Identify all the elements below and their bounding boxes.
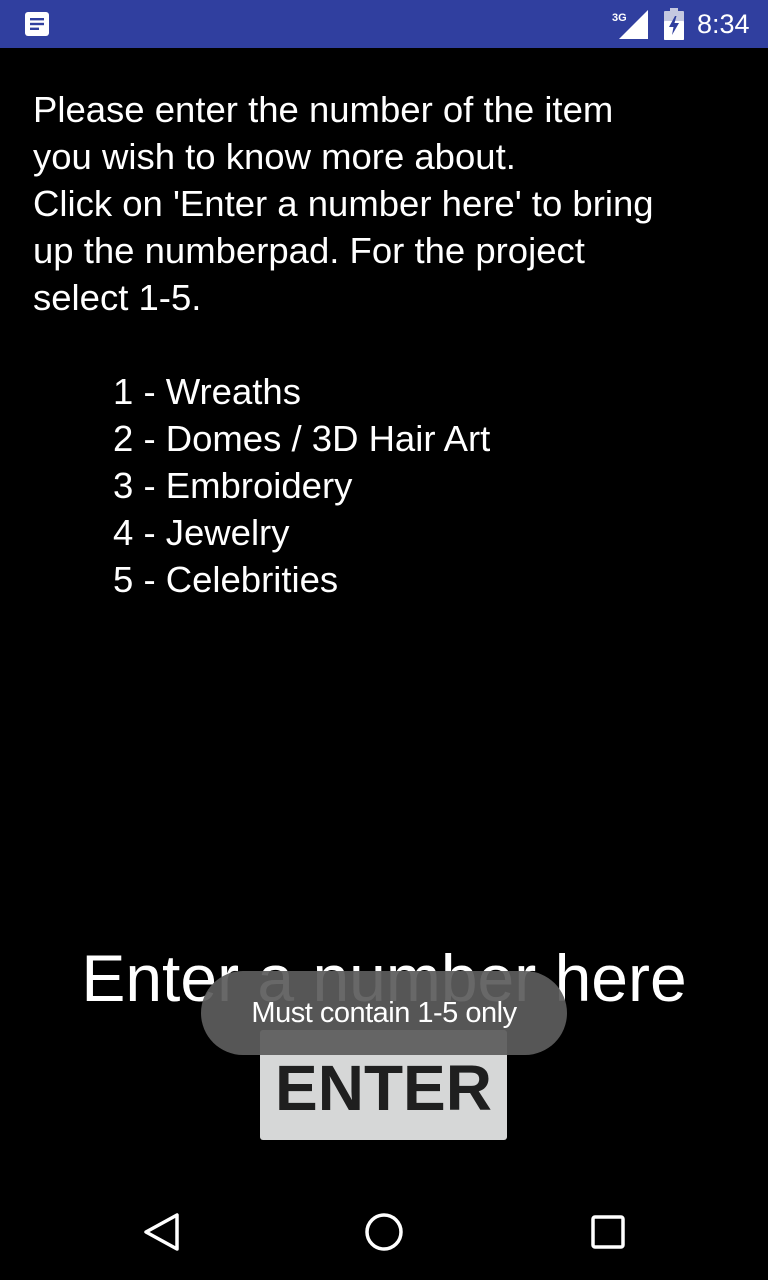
instruction-line: select 1-5. [33, 277, 202, 318]
notification-icon [24, 11, 50, 37]
back-icon [144, 1213, 179, 1251]
list-item: 1 - Wreaths [113, 371, 301, 412]
instruction-line: Please enter the number of the item [33, 89, 614, 130]
item-list: 1 - Wreaths 2 - Domes / 3D Hair Art 3 - … [113, 368, 713, 603]
signal-icon: 3G [612, 9, 648, 39]
list-item: 3 - Embroidery [113, 465, 353, 506]
instruction-line: you wish to know more about. [33, 136, 516, 177]
home-button[interactable] [354, 1204, 414, 1260]
recents-button[interactable] [578, 1204, 638, 1260]
list-item: 5 - Celebrities [113, 559, 339, 600]
recents-icon [591, 1215, 625, 1249]
navigation-bar [0, 1184, 768, 1280]
app-screen: 3G 8:34 Please enter the number of the i… [0, 0, 768, 1280]
instruction-line: up the numberpad. For the project [33, 230, 585, 271]
status-bar: 3G 8:34 [0, 0, 768, 48]
back-button[interactable] [131, 1204, 191, 1260]
instruction-line: Click on 'Enter a number here' to bring [33, 183, 654, 224]
instructions-text: Please enter the number of the item you … [33, 86, 733, 321]
network-type-label: 3G [612, 12, 627, 24]
toast-message: Must contain 1-5 only [201, 971, 567, 1055]
list-item: 4 - Jewelry [113, 512, 290, 553]
home-icon [365, 1213, 403, 1251]
list-item: 2 - Domes / 3D Hair Art [113, 418, 491, 459]
battery-icon [664, 8, 684, 40]
status-clock: 8:34 [697, 9, 750, 39]
